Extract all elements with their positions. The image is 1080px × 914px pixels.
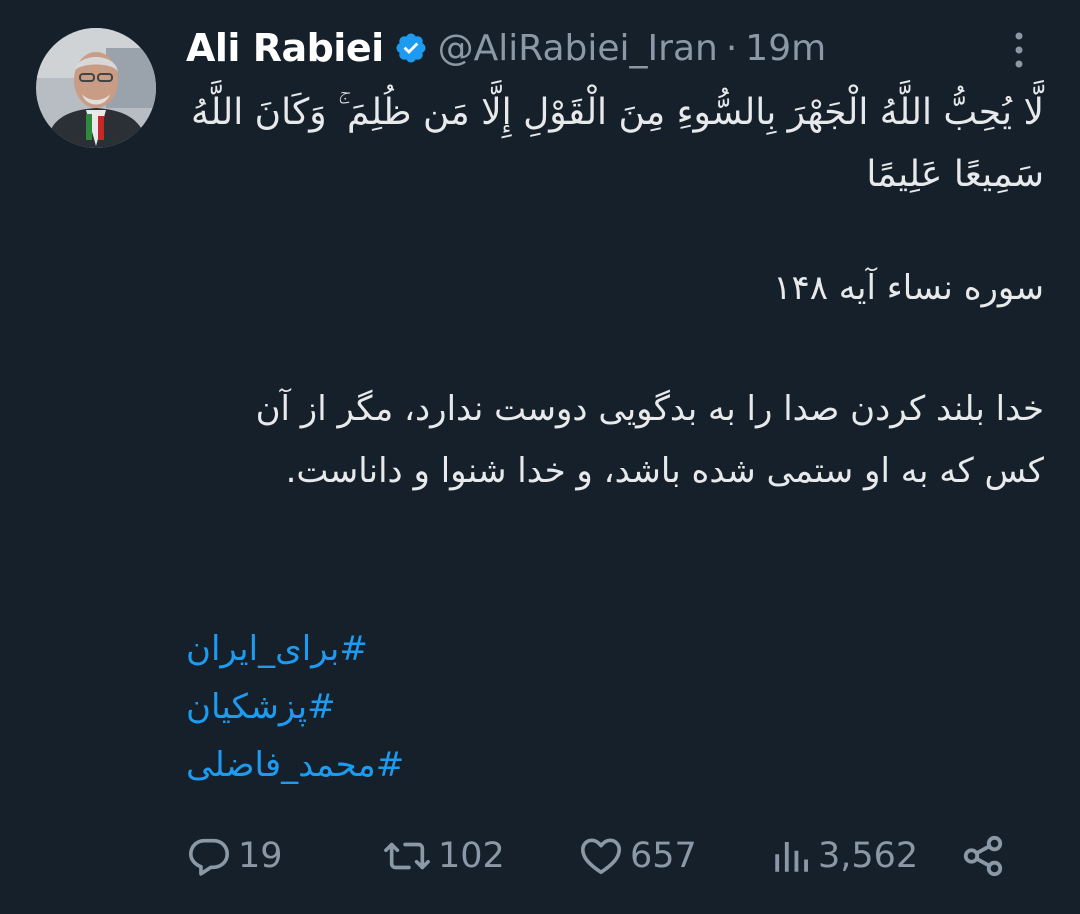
tweet-timestamp[interactable]: 19m <box>745 28 826 69</box>
reply-count: 19 <box>238 836 283 876</box>
share-button[interactable] <box>960 826 1006 886</box>
hashtag-link[interactable]: #برای_ایران <box>186 620 368 678</box>
tweet-card[interactable]: Ali Rabiei @AliRabiei_Iran · 19m لَّا يُ… <box>0 0 1080 914</box>
verified-badge-icon <box>394 31 428 65</box>
hashtag-list: #برای_ایران #پزشکیان #محمد_فاضلی <box>186 620 1044 794</box>
more-vertical-icon[interactable] <box>1006 28 1032 72</box>
retweet-count: 102 <box>438 836 505 876</box>
views-bar-chart-icon <box>770 833 812 879</box>
views-count: 3,562 <box>818 836 919 876</box>
hashtag-link[interactable]: #محمد_فاضلی <box>186 736 404 794</box>
author-handle[interactable]: @AliRabiei_Iran <box>438 28 718 69</box>
heart-icon <box>578 833 624 879</box>
hashtag-link[interactable]: #پزشکیان <box>186 678 336 736</box>
reply-button[interactable]: 19 <box>186 826 283 886</box>
tweet-translation-text: خدا بلند کردن صدا را به بدگویی دوست ندار… <box>255 389 1044 491</box>
tweet-action-bar: 19 102 657 3,562 <box>186 826 1016 886</box>
reply-icon <box>186 833 232 879</box>
tweet-header: Ali Rabiei @AliRabiei_Iran · 19m <box>186 22 826 74</box>
avatar[interactable] <box>36 28 156 148</box>
retweet-button[interactable]: 102 <box>382 826 505 886</box>
share-icon <box>960 833 1006 879</box>
author-name[interactable]: Ali Rabiei <box>186 26 384 70</box>
tweet-verse-reference: سوره نساء آیه ۱۴۸ <box>773 268 1044 308</box>
like-count: 657 <box>630 836 697 876</box>
tweet-verse-text: لَّا يُحِبُّ اللَّهُ الْجَهْرَ بِالسُّوء… <box>191 92 1044 195</box>
like-button[interactable]: 657 <box>578 826 697 886</box>
retweet-icon <box>382 833 432 879</box>
separator-dot: · <box>725 27 738 69</box>
views-button[interactable]: 3,562 <box>770 826 918 886</box>
